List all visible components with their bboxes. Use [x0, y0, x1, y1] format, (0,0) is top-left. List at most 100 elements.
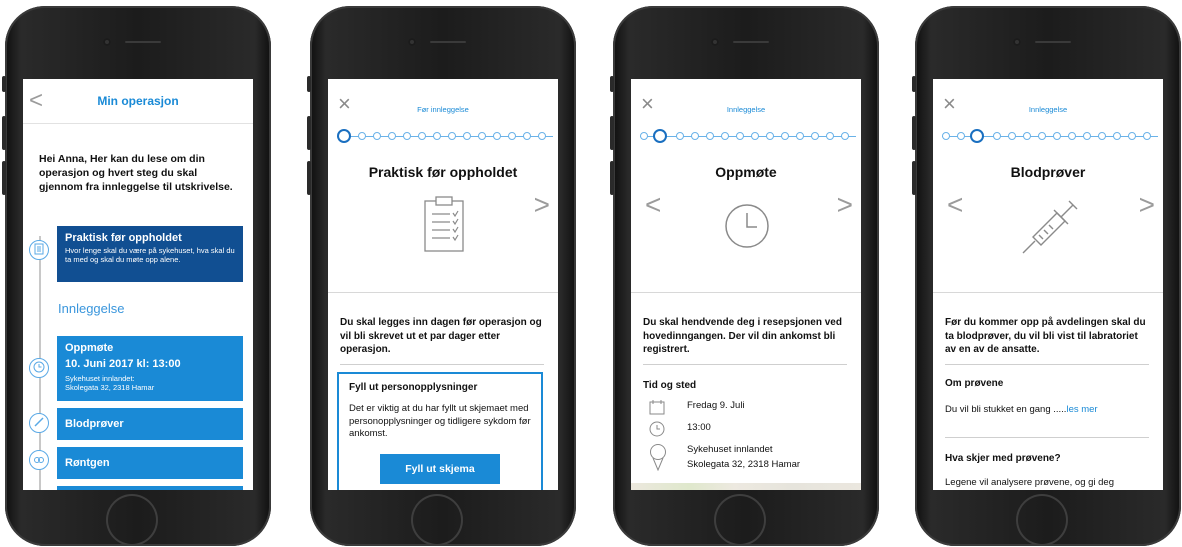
- step-dot[interactable]: [523, 132, 531, 140]
- step-body-text: Før du kommer opp på avdelingen skal du …: [945, 317, 1146, 355]
- step-indicator: [942, 129, 1158, 144]
- nav-header: < Min operasjon: [23, 79, 253, 124]
- step-dot[interactable]: [373, 132, 381, 140]
- divider: [340, 364, 544, 365]
- clock-icon: [724, 203, 770, 254]
- box-heading: Fyll ut personopplysninger: [349, 382, 478, 393]
- location-pin-icon: [649, 443, 667, 474]
- step-label: Innleggelse: [726, 105, 766, 114]
- box-text: Det er viktig at du har fyllt ut skjemae…: [349, 403, 531, 439]
- chevron-left-icon[interactable]: <: [947, 191, 963, 219]
- step-dot[interactable]: [841, 132, 849, 140]
- step-dot[interactable]: [403, 132, 411, 140]
- step-dot[interactable]: [993, 132, 1001, 140]
- camera: [408, 38, 416, 46]
- speaker: [125, 41, 161, 43]
- step-dot[interactable]: [691, 132, 699, 140]
- step-dot[interactable]: [957, 132, 965, 140]
- step-dot[interactable]: [448, 132, 456, 140]
- divider: [643, 364, 847, 365]
- syringe-icon: [1017, 197, 1081, 262]
- step-dot[interactable]: [433, 132, 441, 140]
- step-dot-active[interactable]: [337, 129, 351, 143]
- chevron-right-icon[interactable]: >: [534, 191, 550, 219]
- step-dot[interactable]: [796, 132, 804, 140]
- step-dot[interactable]: [811, 132, 819, 140]
- card-praktisk[interactable]: Praktisk før oppholdet Hvor lenge skal d…: [57, 226, 243, 282]
- home-button[interactable]: [411, 494, 463, 546]
- camera: [1013, 38, 1021, 46]
- step-dot[interactable]: [358, 132, 366, 140]
- chevron-right-icon[interactable]: >: [1139, 191, 1155, 219]
- step-dot[interactable]: [1098, 132, 1106, 140]
- step-dot[interactable]: [1068, 132, 1076, 140]
- card-title: Praktisk før oppholdet: [65, 232, 182, 244]
- step-dot[interactable]: [721, 132, 729, 140]
- step-dot[interactable]: [1038, 132, 1046, 140]
- step-dot[interactable]: [640, 132, 648, 140]
- page-title: Min operasjon: [97, 94, 179, 108]
- volume-down-button: [610, 161, 614, 195]
- card-oppmote[interactable]: Oppmøte 10. Juni 2017 kl: 13:00 Sykehuse…: [57, 336, 243, 401]
- step-dot[interactable]: [478, 132, 486, 140]
- step-line: [640, 136, 856, 137]
- step-dot[interactable]: [1053, 132, 1061, 140]
- screen-praktisk: × Før innleggelse Praktisk før oppholdet…: [328, 79, 558, 490]
- step-dot[interactable]: [508, 132, 516, 140]
- screen-min-operasjon: < Min operasjon Hei Anna, Her kan du les…: [23, 79, 253, 490]
- divider: [328, 292, 558, 293]
- camera: [711, 38, 719, 46]
- about-text: Du vil bli stukket en gang .....: [945, 404, 1067, 415]
- card-rontgen[interactable]: Røntgen: [57, 447, 243, 479]
- card-location-address: Skolegata 32, 2318 Hamar: [65, 383, 155, 392]
- info-heading: Tid og sted: [643, 380, 697, 391]
- step-dot[interactable]: [942, 132, 950, 140]
- chevron-left-icon[interactable]: <: [645, 191, 661, 219]
- step-dot[interactable]: [676, 132, 684, 140]
- step-dot[interactable]: [463, 132, 471, 140]
- divider: [631, 292, 861, 293]
- mute-switch: [2, 76, 6, 92]
- step-dot[interactable]: [1023, 132, 1031, 140]
- step-dot[interactable]: [1113, 132, 1121, 140]
- volume-up-button: [610, 116, 614, 150]
- step-dot[interactable]: [766, 132, 774, 140]
- map-preview[interactable]: [631, 483, 861, 490]
- step-label: Innleggelse: [1028, 105, 1068, 114]
- card-title: Blodprøver: [65, 418, 124, 430]
- screen-oppmote: × Innleggelse Oppmøte < > Du skal hendve…: [631, 79, 861, 490]
- step-dot[interactable]: [538, 132, 546, 140]
- card-date: 10. Juni 2017 kl: 13:00: [65, 358, 181, 370]
- step-dot-active[interactable]: [970, 129, 984, 143]
- step-dot[interactable]: [1008, 132, 1016, 140]
- step-dot[interactable]: [751, 132, 759, 140]
- step-dot[interactable]: [1143, 132, 1151, 140]
- step-dot[interactable]: [706, 132, 714, 140]
- step-dot[interactable]: [388, 132, 396, 140]
- date-text: Fredag 9. Juli: [687, 400, 745, 411]
- step-dot[interactable]: [493, 132, 501, 140]
- mute-switch: [912, 76, 916, 92]
- fill-form-button[interactable]: Fyll ut skjema: [380, 453, 500, 484]
- chevron-right-icon[interactable]: >: [837, 191, 853, 219]
- place-name: Sykehuset innlandet: [687, 444, 773, 455]
- step-dot[interactable]: [826, 132, 834, 140]
- card-blodprover[interactable]: Blodprøver: [57, 408, 243, 440]
- card-title: Røntgen: [65, 457, 110, 469]
- home-button[interactable]: [1016, 494, 1068, 546]
- read-more-link[interactable]: les mer: [1066, 404, 1097, 415]
- card-next[interactable]: [57, 486, 243, 490]
- step-title: Praktisk før oppholdet: [368, 164, 518, 180]
- step-dot[interactable]: [418, 132, 426, 140]
- step-dot[interactable]: [736, 132, 744, 140]
- calendar-icon: [649, 399, 665, 418]
- step-dot[interactable]: [1083, 132, 1091, 140]
- home-button[interactable]: [106, 494, 158, 546]
- intro-text: Hei Anna, Her kan du lese om din operasj…: [39, 153, 233, 193]
- home-button[interactable]: [714, 494, 766, 546]
- volume-up-button: [2, 116, 6, 150]
- step-dot[interactable]: [781, 132, 789, 140]
- step-dot[interactable]: [1128, 132, 1136, 140]
- step-dot-active[interactable]: [653, 129, 667, 143]
- divider: [945, 364, 1149, 365]
